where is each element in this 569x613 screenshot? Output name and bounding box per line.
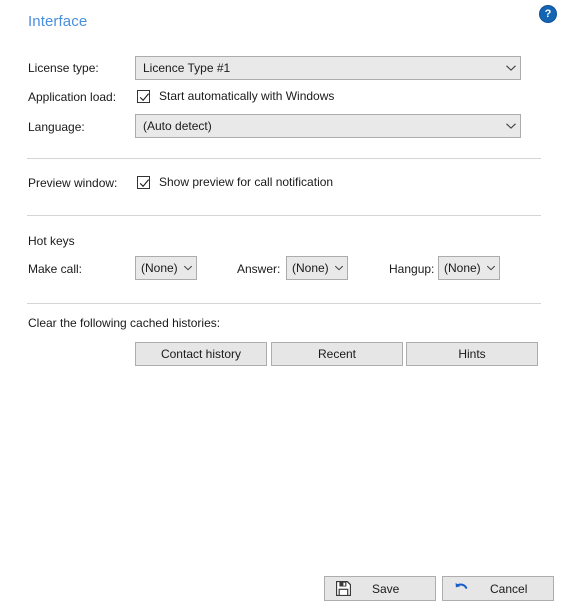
checkmark-icon: [139, 178, 150, 187]
license-type-value: Licence Type #1: [143, 61, 231, 75]
answer-hotkey-dropdown[interactable]: (None): [286, 256, 348, 280]
clear-hints-button[interactable]: Hints: [406, 342, 538, 366]
hangup-hotkey-value: (None): [444, 261, 481, 275]
chevron-down-icon: [502, 115, 520, 137]
hot-keys-section-title: Hot keys: [28, 234, 75, 248]
floppy-disk-save-icon: [336, 580, 352, 597]
show-preview-label: Show preview for call notification: [159, 175, 334, 189]
chevron-down-icon: [180, 257, 196, 279]
section-divider: [27, 215, 541, 216]
make-call-hotkey-dropdown[interactable]: (None): [135, 256, 197, 280]
make-call-hotkey-value: (None): [141, 261, 178, 275]
language-label: Language:: [28, 120, 85, 134]
clear-contact-history-button[interactable]: Contact history: [135, 342, 267, 366]
checkbox-box: [137, 175, 150, 189]
application-load-label: Application load:: [28, 90, 117, 104]
save-button[interactable]: Save: [324, 576, 436, 601]
clear-cache-title: Clear the following cached histories:: [28, 316, 221, 330]
chevron-down-icon: [502, 57, 520, 79]
clear-recent-button[interactable]: Recent: [271, 342, 403, 366]
section-divider: [27, 158, 541, 159]
show-preview-checkbox[interactable]: Show preview for call notification: [137, 174, 333, 190]
cancel-button-label: Cancel: [490, 581, 528, 596]
save-button-label: Save: [372, 581, 400, 596]
hangup-label: Hangup:: [389, 262, 435, 276]
language-dropdown[interactable]: (Auto detect): [135, 114, 521, 138]
make-call-label: Make call:: [28, 262, 83, 276]
help-question-icon[interactable]: ?: [540, 6, 556, 22]
chevron-down-icon: [331, 257, 347, 279]
undo-arrow-icon: [454, 581, 470, 597]
start-with-windows-checkbox[interactable]: Start automatically with Windows: [137, 88, 334, 104]
license-type-dropdown[interactable]: Licence Type #1: [135, 56, 521, 80]
checkmark-icon: [139, 92, 150, 101]
chevron-down-icon: [483, 257, 499, 279]
page-title: Interface: [28, 13, 88, 30]
cancel-button[interactable]: Cancel: [442, 576, 554, 601]
start-with-windows-label: Start automatically with Windows: [159, 89, 335, 103]
hangup-hotkey-dropdown[interactable]: (None): [438, 256, 500, 280]
answer-hotkey-value: (None): [292, 261, 329, 275]
answer-label: Answer:: [237, 262, 281, 276]
license-type-label: License type:: [28, 61, 99, 75]
settings-page: Interface ? License type: Licence Type #…: [0, 0, 569, 613]
section-divider: [27, 303, 541, 304]
preview-window-label: Preview window:: [28, 176, 118, 190]
language-value: (Auto detect): [143, 119, 212, 133]
checkbox-box: [137, 89, 150, 103]
